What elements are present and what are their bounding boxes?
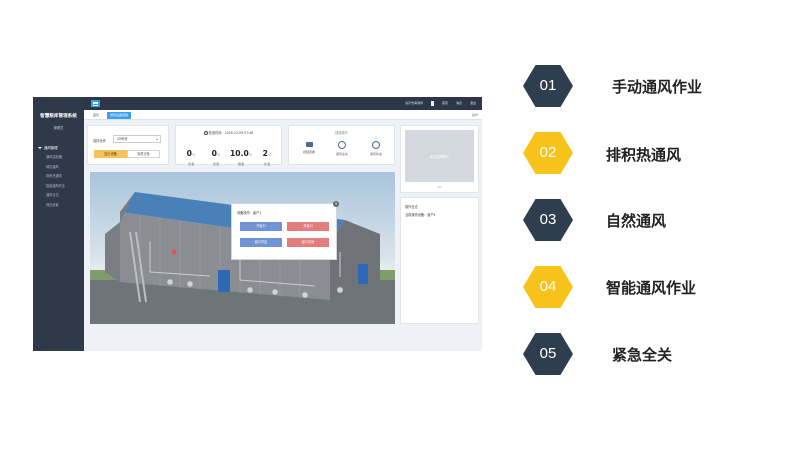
metric-label: 仓温 <box>187 162 194 166</box>
close-window-button[interactable]: 关窗口 <box>287 222 329 231</box>
open-window-button[interactable]: 开窗口 <box>240 222 282 231</box>
quick-label: 通风状态 <box>369 152 382 156</box>
topbar-actions: 演示仓库通风 首页 消息 退出 <box>398 97 476 110</box>
hide-devices-button[interactable]: 隐藏设备 <box>127 150 160 158</box>
metric-item: 0℃ 仓温 <box>180 141 202 166</box>
tab-ventilation-control[interactable]: 通风设备控制 <box>107 111 132 119</box>
quick-ops-panel: 快捷操作 视频查看 通风全关 通风状态 <box>288 125 395 165</box>
warehouse-select-value: 25号仓 <box>117 137 128 141</box>
warehouse-panel: 选择仓房 25号仓 显示设备 隐藏设备 <box>87 125 169 165</box>
video-view-button[interactable]: 视频查看 <box>298 141 320 154</box>
metric-unit: ℃ <box>191 153 196 157</box>
quick-label: 通风全关 <box>335 152 348 156</box>
option-label[interactable]: 紧急全关 <box>612 344 672 365</box>
option-number-badge: 03 <box>523 199 573 241</box>
warehouse-select[interactable]: 25号仓 <box>113 135 161 143</box>
sidebar-item[interactable]: 通风日志 <box>33 191 84 201</box>
sidebar-item[interactable]: 智能通风作业 <box>33 182 84 192</box>
expand-icon <box>38 147 42 149</box>
option-number-badge: 05 <box>523 333 573 375</box>
metric-label: 外温 <box>263 162 270 166</box>
close-icon[interactable]: × <box>333 201 339 207</box>
tab-home[interactable]: 首页 <box>90 112 102 119</box>
option-label[interactable]: 智能通风作业 <box>606 277 696 298</box>
option-number-badge: 01 <box>523 65 573 107</box>
sidebar-item[interactable]: 阀控设置 <box>33 201 84 211</box>
window-close-button[interactable]: 窗口关闭 <box>287 238 329 247</box>
nav-group[interactable]: 通风管理 <box>33 144 84 153</box>
metric-unit: ℃ <box>248 153 253 157</box>
metrics-panel: 检测时间：2018-12-09 07:46 0℃ 仓温 0℃ 仓湿 10.0℃ 粮温 … <box>175 125 282 166</box>
metric-unit: ℃ <box>267 153 272 157</box>
device-dialog: × 设备操作：窗户1 开窗口 关窗口 窗口开启 窗口关闭 <box>231 201 339 260</box>
option-number-badge: 02 <box>523 132 573 174</box>
dialog-title: 设备操作：窗户1 <box>237 211 262 215</box>
metric-item: 0℃ 仓湿 <box>205 141 227 166</box>
sidebar-item[interactable]: 阀控通风 <box>33 163 84 173</box>
sidebar-item[interactable]: 排积热通风 <box>33 172 84 182</box>
metric-item: 2℃ 外温 <box>256 141 278 166</box>
divider-icon <box>431 100 435 106</box>
sidebar: 智慧粮库管理系统 管理员 通风管理 通风控制器 阀控通风 排积热通风 智能通风作… <box>33 97 84 351</box>
quick-ops-title: 快捷操作 <box>335 131 348 135</box>
fan-icon <box>338 141 346 149</box>
photo-placeholder-text: 暂无通风照片 <box>429 155 450 159</box>
window-open-button[interactable]: 窗口开启 <box>240 238 282 247</box>
detect-time: 检测时间：2018-12-09 07:46 <box>176 130 281 135</box>
show-devices-button[interactable]: 显示设备 <box>94 150 127 158</box>
metric-item: 10.0℃ 粮温 <box>230 141 252 166</box>
messages-link[interactable]: 消息 <box>456 101 462 105</box>
photo-panel: 暂无通风照片 1/1 <box>400 125 479 193</box>
tab-actions[interactable]: 操作 <box>472 112 478 119</box>
photo-pager[interactable]: 1/1 <box>401 185 478 189</box>
topbar: 演示仓库通风 首页 消息 退出 <box>84 97 482 110</box>
user-name: 管理员 <box>53 126 64 130</box>
chevron-down-icon <box>156 139 158 140</box>
metric-label: 粮温 <box>237 162 244 166</box>
app-title: 智慧粮库管理系统 <box>40 114 77 119</box>
metric-value: 10.0 <box>230 149 249 158</box>
vent-status-button[interactable]: 通风状态 <box>365 141 387 156</box>
all-close-button[interactable]: 通风全关 <box>331 141 353 156</box>
log-panel: 操作日志 当前操作设备：窗户1 <box>400 197 479 324</box>
nav-group-label: 通风管理 <box>44 146 58 150</box>
log-line: 当前操作设备：窗户1 <box>405 213 436 217</box>
home-link[interactable]: 首页 <box>442 101 448 105</box>
detect-time-text: 检测时间：2018-12-09 07:46 <box>208 131 254 135</box>
photo-placeholder: 暂无通风照片 <box>405 130 474 182</box>
app-screenshot: 智慧粮库管理系统 管理员 通风管理 通风控制器 阀控通风 排积热通风 智能通风作… <box>33 97 482 351</box>
tab-bar: 首页 通风设备控制 操作 <box>84 110 482 120</box>
camera-icon <box>305 142 313 147</box>
option-label[interactable]: 手动通风作业 <box>612 76 702 97</box>
option-number-badge: 04 <box>523 266 573 308</box>
metric-unit: ℃ <box>216 153 221 157</box>
clock-icon <box>203 131 208 135</box>
log-title: 操作日志 <box>405 205 418 209</box>
sidebar-item[interactable]: 通风控制器 <box>33 153 84 163</box>
status-icon <box>372 141 380 149</box>
option-label[interactable]: 排积热通风 <box>606 144 681 165</box>
menu-toggle-button[interactable] <box>91 100 100 107</box>
quick-label: 视频查看 <box>302 150 315 154</box>
metric-label: 仓湿 <box>212 162 219 166</box>
option-label[interactable]: 自然通风 <box>606 210 666 231</box>
warehouse-switch[interactable]: 演示仓库通风 <box>405 101 423 105</box>
warehouse-label: 选择仓房 <box>93 139 106 143</box>
logout-link[interactable]: 退出 <box>470 101 476 105</box>
